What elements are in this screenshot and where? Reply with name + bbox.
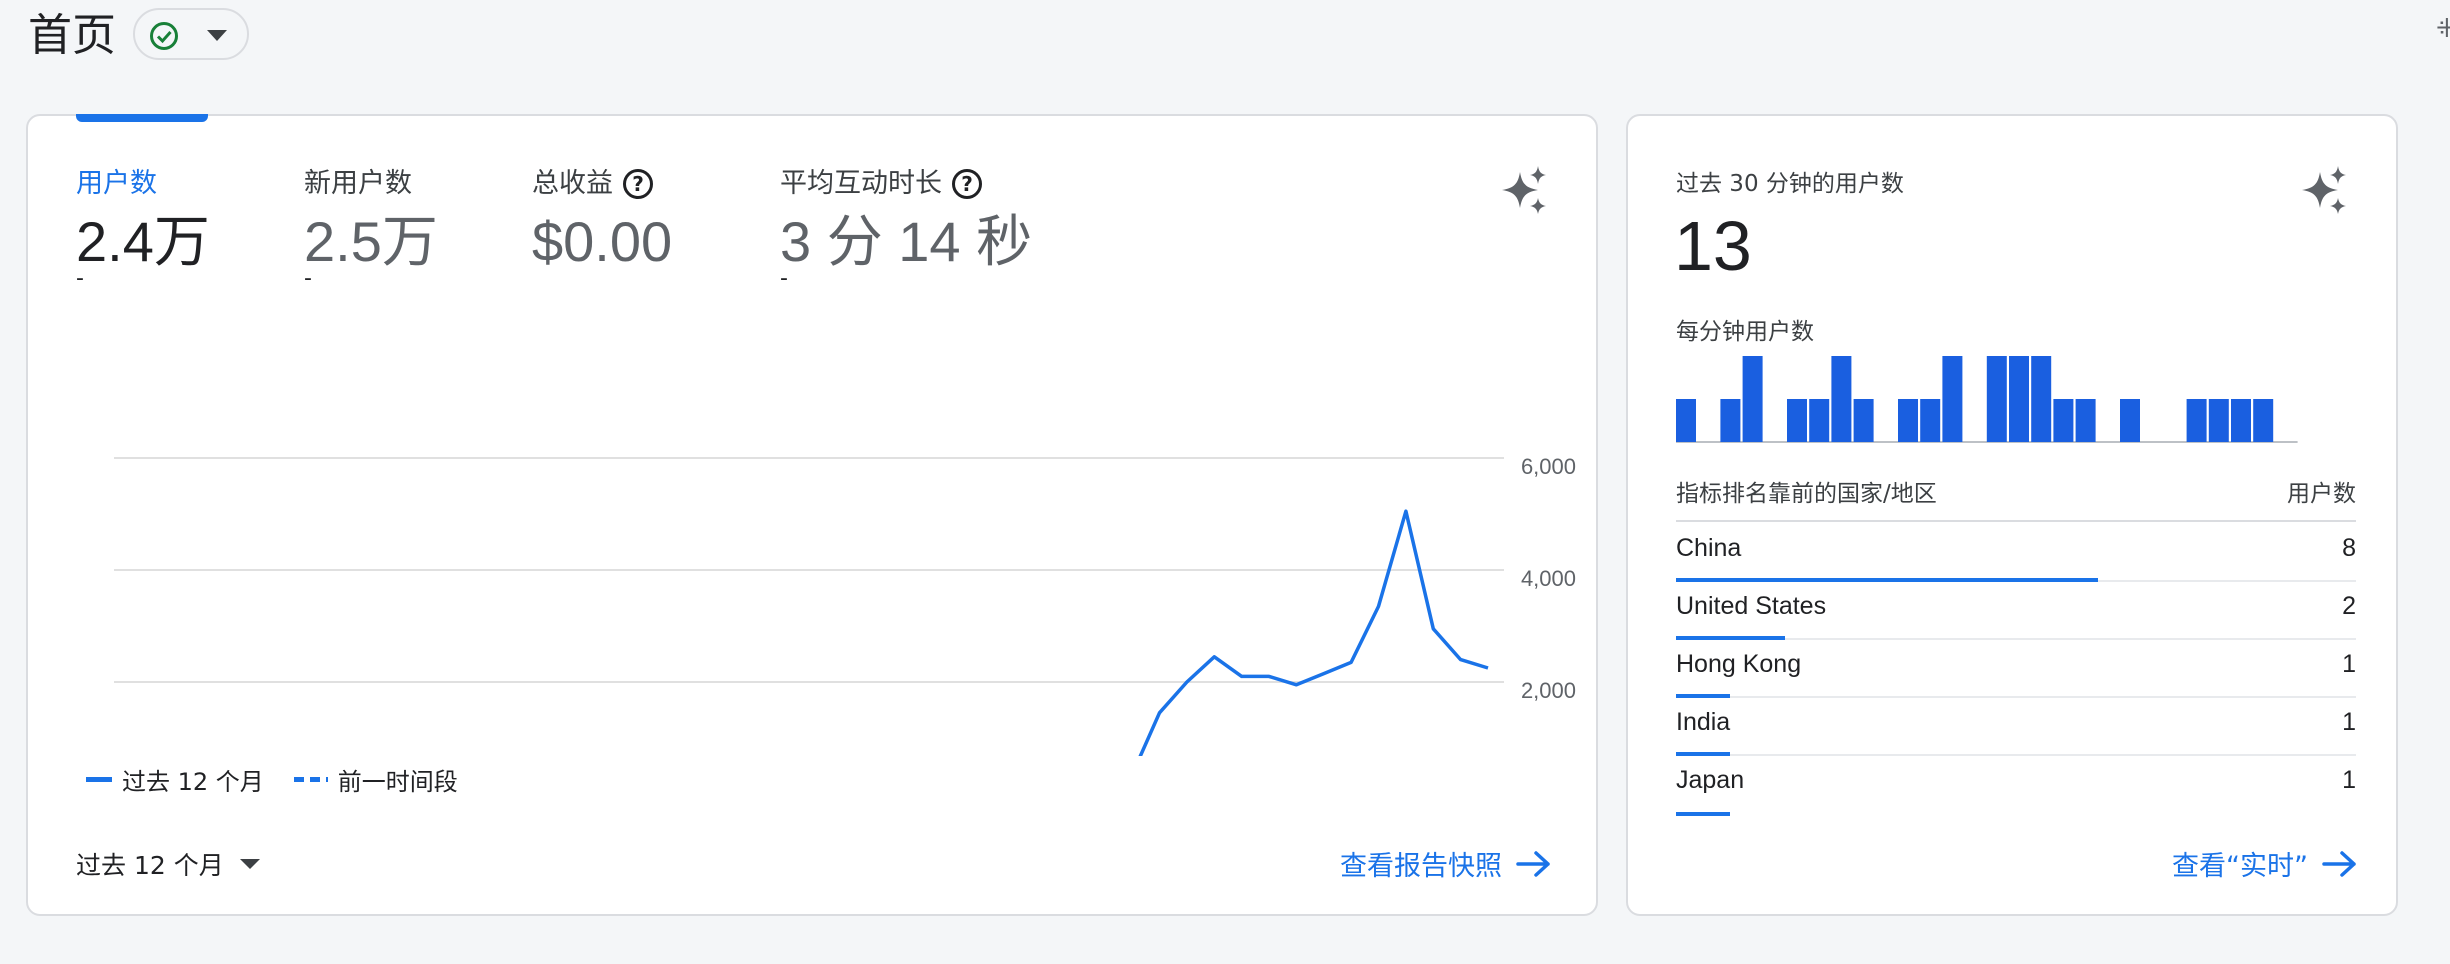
- country-users: 8: [2342, 534, 2356, 562]
- table-row[interactable]: China 8: [1676, 524, 2356, 582]
- per-minute-bar-chart: [1676, 356, 2298, 443]
- metric-value: 3 分 14 秒: [780, 210, 1033, 273]
- table-row[interactable]: United States 2: [1676, 582, 2356, 640]
- country-name: United States: [1676, 592, 1827, 620]
- per-minute-bar[interactable]: [1942, 356, 1963, 442]
- cta-label: 查看“实时”: [2172, 851, 2308, 882]
- per-minute-label: 每分钟用户数: [1676, 319, 1814, 345]
- per-minute-bar[interactable]: [2031, 356, 2052, 442]
- legend-dashed-swatch: [293, 777, 328, 782]
- metric-avg-engagement[interactable]: 平均互动时长? 3 分 14 秒 -: [780, 164, 1033, 290]
- chevron-down-icon: [239, 859, 260, 869]
- cta-label: 查看报告快照: [1340, 851, 1502, 882]
- metric-label: 总收益: [532, 168, 613, 199]
- users-line-chart: 6,0004,0002,0000 011月014月017月0110月: [114, 454, 1576, 756]
- realtime-card: 过去 30 分钟的用户数 13 每分钟用户数 指标排名靠前的国家/地区 用户数 …: [1626, 114, 2398, 916]
- metric-total-revenue[interactable]: 总收益? $0.00: [532, 164, 672, 273]
- country-users: 1: [2342, 708, 2356, 736]
- metric-value: 2.5万: [304, 210, 438, 273]
- country-name: Japan: [1676, 766, 1745, 794]
- active-tab-indicator: [76, 114, 208, 122]
- metric-users[interactable]: 用户数 2.4万 -: [76, 164, 210, 290]
- table-divider: [1676, 520, 2356, 522]
- table-row[interactable]: India 1: [1676, 698, 2356, 756]
- per-minute-bar[interactable]: [2208, 399, 2229, 442]
- country-name: India: [1676, 708, 1731, 736]
- arrow-right-icon: [1516, 850, 1550, 877]
- per-minute-bar[interactable]: [1720, 399, 1741, 442]
- sparkle-insights-icon[interactable]: [2300, 166, 2350, 216]
- status-dropdown[interactable]: [133, 8, 249, 60]
- check-circle-icon: [150, 22, 178, 50]
- per-minute-bar[interactable]: [1920, 399, 1941, 442]
- metric-label: 用户数: [76, 168, 157, 199]
- view-report-snapshot-link[interactable]: 查看报告快照: [1340, 844, 1552, 883]
- per-minute-bar[interactable]: [1787, 399, 1807, 442]
- table-row[interactable]: Hong Kong 1: [1676, 640, 2356, 698]
- y-tick-label: 6,000: [1521, 454, 1576, 479]
- per-minute-bar[interactable]: [2186, 399, 2207, 442]
- country-name: China: [1676, 534, 1742, 562]
- per-minute-bar[interactable]: [2253, 399, 2274, 442]
- per-minute-bar[interactable]: [1898, 399, 1918, 442]
- sparkle-insights-icon[interactable]: [1500, 166, 1550, 216]
- per-minute-bar[interactable]: [2075, 399, 2096, 442]
- country-users: 1: [2342, 766, 2356, 794]
- chevron-down-icon: [207, 30, 227, 41]
- customize-icon[interactable]: ⁜: [2436, 14, 2450, 44]
- metric-new-users[interactable]: 新用户数 2.5万 -: [304, 164, 438, 290]
- metric-value: $0.00: [532, 210, 673, 273]
- legend-previous: 前一时间段: [337, 768, 458, 796]
- series-line-current: [1138, 509, 1489, 756]
- dimension-header: 指标排名靠前的国家/地区: [1676, 481, 1937, 507]
- page-title: 首页: [28, 10, 116, 61]
- per-minute-bar[interactable]: [1809, 399, 1830, 442]
- table-row[interactable]: Japan 1: [1676, 756, 2356, 816]
- per-minute-bar[interactable]: [1742, 356, 1763, 442]
- per-minute-bar[interactable]: [1853, 399, 1874, 442]
- per-minute-bar[interactable]: [2231, 399, 2251, 442]
- metric-value: 2.4万: [76, 210, 210, 273]
- per-minute-bar[interactable]: [1831, 356, 1852, 442]
- y-tick-label: 4,000: [1521, 566, 1576, 591]
- per-minute-bar[interactable]: [2009, 356, 2029, 442]
- legend-current: 过去 12 个月: [122, 768, 264, 796]
- metric-label: 平均互动时长: [780, 168, 942, 199]
- realtime-title: 过去 30 分钟的用户数: [1676, 171, 1904, 197]
- date-range-dropdown[interactable]: 过去 12 个月: [76, 846, 260, 882]
- chart-legend: 过去 12 个月 前一时间段: [86, 762, 472, 797]
- date-range-label: 过去 12 个月: [76, 851, 224, 880]
- share-bar: [1676, 812, 1731, 816]
- overview-card: 用户数 2.4万 - 新用户数 2.5万 - 总收益? $0.00 平均互动时长…: [26, 114, 1598, 916]
- per-minute-bar[interactable]: [1676, 399, 1696, 442]
- legend-solid-swatch: [86, 777, 112, 782]
- help-icon[interactable]: ?: [952, 169, 982, 199]
- country-users: 2: [2342, 592, 2356, 620]
- per-minute-bar[interactable]: [2053, 399, 2074, 442]
- arrow-right-icon: [2322, 850, 2356, 877]
- country-users: 1: [2342, 650, 2356, 678]
- realtime-count: 13: [1674, 207, 1752, 285]
- metric-label: 新用户数: [304, 168, 412, 199]
- per-minute-bar[interactable]: [1986, 356, 2007, 442]
- help-icon[interactable]: ?: [623, 169, 653, 199]
- per-minute-bar[interactable]: [2120, 399, 2140, 442]
- metric-header: 用户数: [2287, 481, 2356, 507]
- y-tick-label: 2,000: [1521, 678, 1576, 703]
- country-table-header: 指标排名靠前的国家/地区 用户数: [1676, 474, 2356, 508]
- view-realtime-link[interactable]: 查看“实时”: [2172, 844, 2358, 883]
- country-name: Hong Kong: [1676, 650, 1802, 678]
